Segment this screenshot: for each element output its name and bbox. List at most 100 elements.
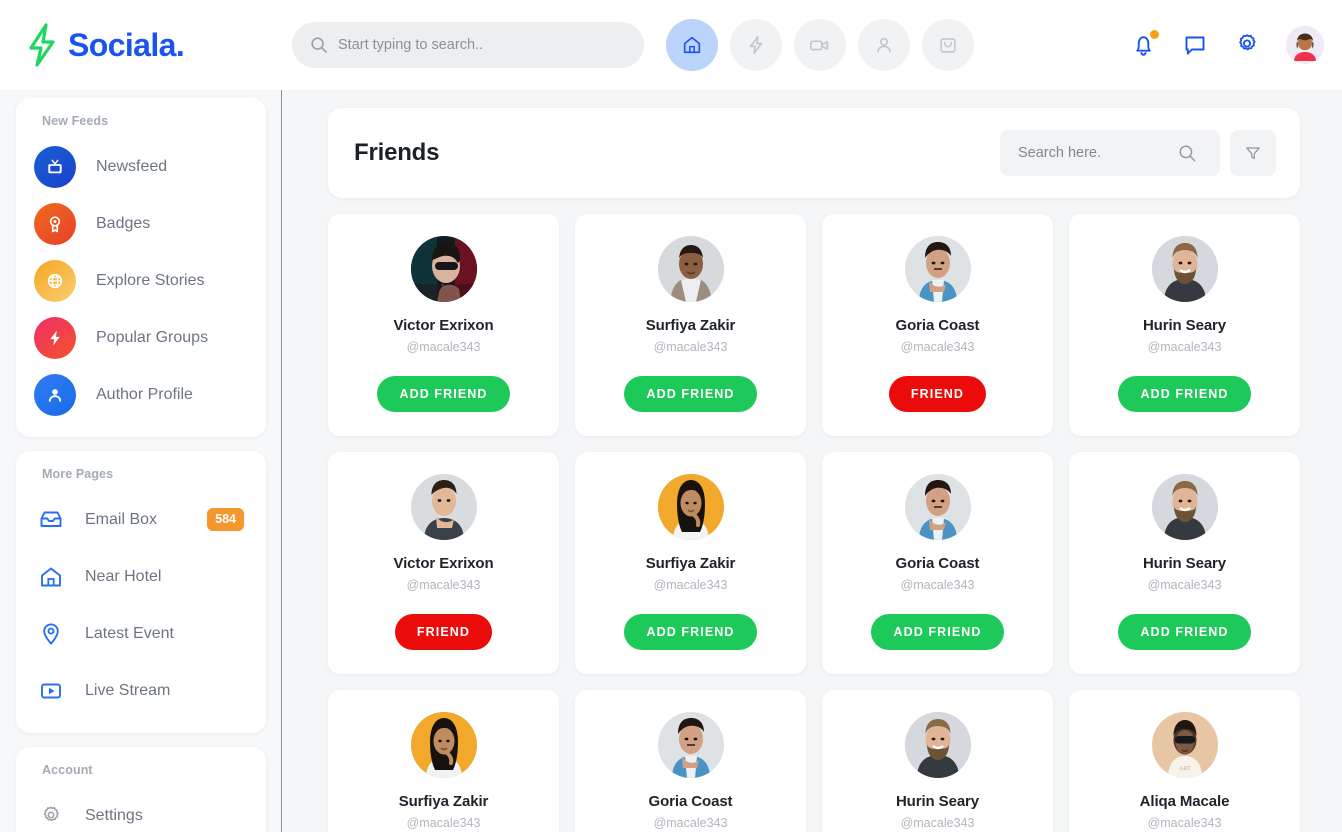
add-friend-button[interactable]: ADD FRIEND — [1118, 614, 1251, 650]
app-header: Sociala. — [0, 0, 1342, 90]
avatar — [1151, 474, 1218, 540]
friend-name: Goria Coast — [895, 317, 980, 334]
friend-name: Victor Exrixon — [393, 317, 494, 334]
nav-video-button[interactable] — [794, 19, 846, 71]
avatar — [904, 712, 971, 778]
friend-name: Goria Coast — [648, 793, 733, 810]
settings-button[interactable] — [1234, 32, 1260, 58]
friend-card[interactable]: ART Aliqa Macale @macale343 ADD FRIEND — [1069, 690, 1300, 832]
panel-tools — [1000, 130, 1276, 176]
sidebar-item-latest-event[interactable]: Latest Event — [16, 605, 266, 662]
add-friend-button[interactable]: ADD FRIEND — [377, 376, 510, 412]
page-body: New Feeds Newsfeed Badges Explore Storie… — [0, 90, 1342, 832]
add-friend-button[interactable]: ADD FRIEND — [624, 614, 757, 650]
friend-card[interactable]: Surfiya Zakir @macale343 ADD FRIEND — [575, 452, 806, 674]
nav-home-button[interactable] — [666, 19, 718, 71]
sidebar-item-author-profile[interactable]: Author Profile — [16, 366, 266, 423]
friend-name: Surfiya Zakir — [398, 793, 489, 810]
friend-card[interactable]: Victor Exrixon @macale343 ADD FRIEND — [328, 214, 559, 436]
friend-handle: @macale343 — [1147, 340, 1222, 354]
friend-card[interactable]: Hurin Seary @macale343 ADD FRIEND — [1069, 452, 1300, 674]
sidebar-item-label: Badges — [96, 214, 151, 232]
svg-text:ART: ART — [1179, 766, 1191, 772]
friend-card[interactable]: Hurin Seary @macale343 ADD FRIEND — [822, 690, 1053, 832]
messages-button[interactable] — [1182, 32, 1208, 58]
avatar — [410, 712, 477, 778]
search-input[interactable] — [338, 37, 618, 53]
friend-handle: @macale343 — [900, 578, 975, 592]
sidebar: New Feeds Newsfeed Badges Explore Storie… — [0, 90, 282, 832]
nav-people-button[interactable] — [858, 19, 910, 71]
filter-button[interactable] — [1230, 130, 1276, 176]
search-icon — [1178, 144, 1197, 163]
friends-search-input[interactable] — [1018, 145, 1178, 161]
header-nav — [666, 19, 974, 71]
sidebar-section-account: Account Settings — [16, 747, 266, 832]
friend-name: Hurin Seary — [1142, 555, 1227, 572]
sidebar-item-settings[interactable]: Settings — [16, 787, 266, 832]
award-ribbon-icon — [34, 202, 76, 245]
friend-card[interactable]: Victor Exrixon @macale343 FRIEND — [328, 452, 559, 674]
nav-flash-button[interactable] — [730, 19, 782, 71]
friend-handle: @macale343 — [653, 816, 728, 830]
gear-icon — [1239, 34, 1256, 51]
friend-status-button[interactable]: FRIEND — [888, 376, 987, 412]
map-pin-icon — [34, 617, 68, 651]
friend-card[interactable]: Surfiya Zakir @macale343 ADD FRIEND — [328, 690, 559, 832]
avatar — [904, 236, 971, 302]
friend-handle: @macale343 — [900, 816, 975, 830]
lightning-bolt-icon — [34, 316, 76, 359]
add-friend-button[interactable]: ADD FRIEND — [871, 614, 1004, 650]
friend-name: Hurin Seary — [895, 793, 980, 810]
sidebar-item-label: Popular Groups — [96, 328, 209, 346]
brand-name: Sociala. — [68, 26, 185, 63]
add-friend-button[interactable]: ADD FRIEND — [624, 376, 757, 412]
person-icon — [34, 373, 76, 416]
sidebar-item-email-box[interactable]: Email Box 584 — [16, 491, 266, 548]
friend-card[interactable]: Goria Coast @macale343 ADD FRIEND — [575, 690, 806, 832]
nav-shop-button[interactable] — [922, 19, 974, 71]
friend-name: Hurin Seary — [1142, 317, 1227, 334]
sidebar-item-newsfeed[interactable]: Newsfeed — [16, 138, 266, 195]
friend-card[interactable]: Goria Coast @macale343 ADD FRIEND — [822, 452, 1053, 674]
friend-handle: @macale343 — [406, 578, 481, 592]
sidebar-item-badges[interactable]: Badges — [16, 195, 266, 252]
avatar-icon — [1286, 26, 1324, 64]
friend-card[interactable]: Goria Coast @macale343 FRIEND — [822, 214, 1053, 436]
friends-panel-header: Friends — [328, 108, 1300, 198]
friends-search[interactable] — [1000, 130, 1220, 176]
friend-name: Victor Exrixon — [393, 555, 494, 572]
lightning-bolt-icon — [22, 22, 62, 68]
friend-handle: @macale343 — [900, 340, 975, 354]
avatar[interactable] — [1286, 26, 1324, 64]
brand-logo[interactable]: Sociala. — [22, 22, 278, 68]
sidebar-item-popular-groups[interactable]: Popular Groups — [16, 309, 266, 366]
sidebar-scrollbar[interactable] — [281, 90, 282, 832]
global-search[interactable] — [292, 22, 644, 68]
sidebar-item-label: Latest Event — [85, 624, 174, 642]
add-friend-button[interactable]: ADD FRIEND — [1118, 376, 1251, 412]
avatar — [410, 236, 477, 302]
notifications-button[interactable] — [1131, 29, 1159, 59]
sidebar-item-explore-stories[interactable]: Explore Stories — [16, 252, 266, 309]
friend-card[interactable]: Surfiya Zakir @macale343 ADD FRIEND — [575, 214, 806, 436]
search-icon — [310, 36, 328, 54]
friend-status-button[interactable]: FRIEND — [394, 614, 493, 650]
video-camera-icon — [810, 40, 829, 51]
friends-grid: Victor Exrixon @macale343 ADD FRIEND Sur… — [328, 214, 1300, 832]
play-video-icon — [34, 674, 68, 708]
friend-card[interactable]: Hurin Seary @macale343 ADD FRIEND — [1069, 214, 1300, 436]
friend-handle: @macale343 — [1147, 816, 1222, 830]
home-icon — [34, 560, 68, 594]
friend-handle: @macale343 — [1147, 578, 1222, 592]
friend-handle: @macale343 — [406, 816, 481, 830]
sidebar-item-near-hotel[interactable]: Near Hotel — [16, 548, 266, 605]
friend-name: Surfiya Zakir — [645, 555, 736, 572]
email-count-badge: 584 — [207, 508, 244, 531]
friend-name: Surfiya Zakir — [645, 317, 736, 334]
sidebar-item-live-stream[interactable]: Live Stream — [16, 662, 266, 719]
avatar — [1151, 236, 1218, 302]
friend-handle: @macale343 — [653, 340, 728, 354]
sidebar-item-label: Settings — [85, 806, 143, 824]
sidebar-section-more-pages: More Pages Email Box 584 Near Hotel Late… — [16, 451, 266, 733]
